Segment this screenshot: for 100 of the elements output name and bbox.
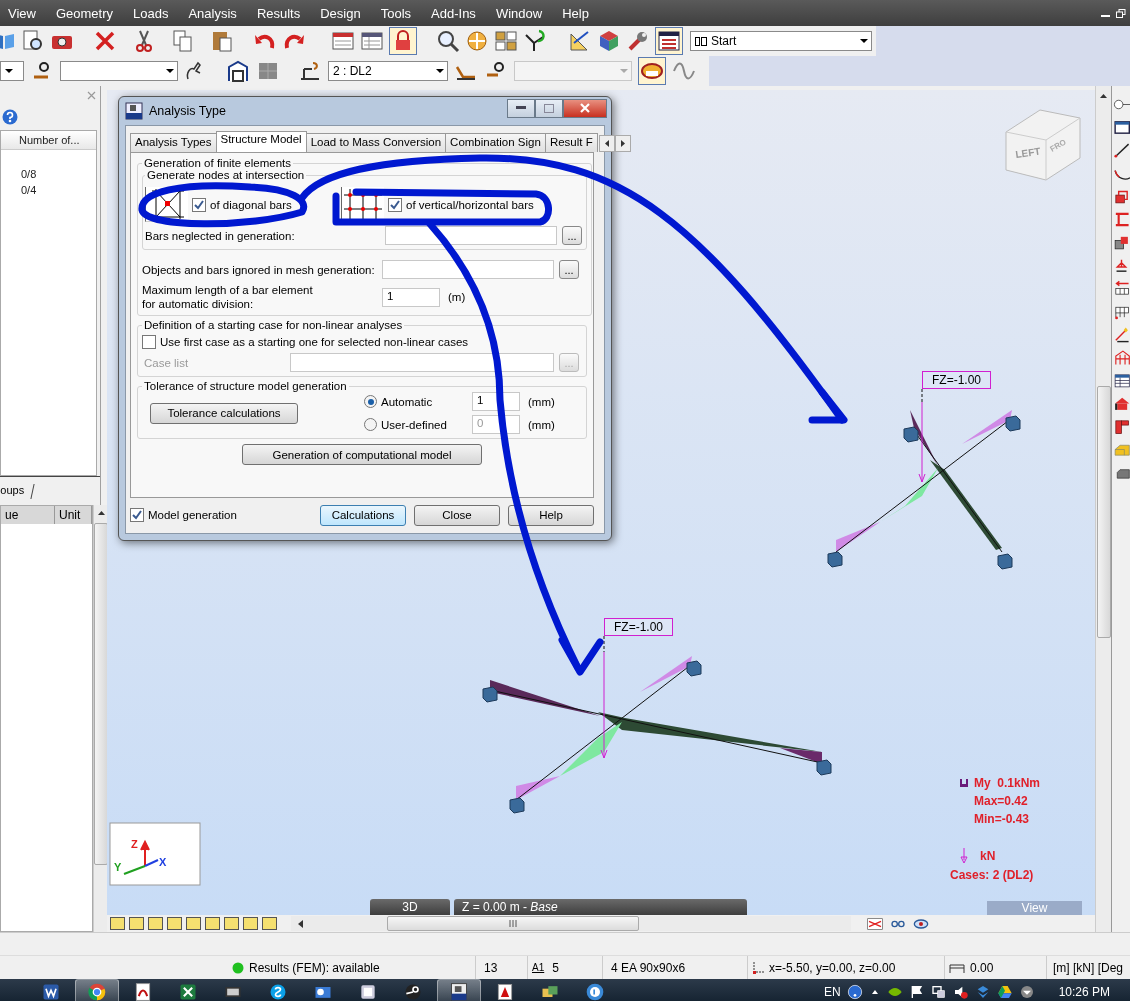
help-icon[interactable] [2, 109, 18, 125]
wand-icon[interactable] [1112, 326, 1130, 343]
menu-item[interactable]: Geometry [47, 5, 126, 21]
scrollbar[interactable] [291, 916, 851, 931]
tab[interactable]: Combination Sign [445, 133, 546, 152]
checkbox[interactable] [142, 335, 156, 349]
display-option-button[interactable] [110, 917, 125, 930]
display-option-button[interactable] [205, 917, 220, 930]
display-option-button[interactable] [129, 917, 144, 930]
wrench-icon[interactable] [626, 29, 650, 53]
checkbox[interactable] [388, 197, 402, 212]
spreadsheet-icon[interactable] [178, 982, 198, 1001]
menu-item[interactable]: Tools [372, 5, 424, 21]
disc-icon[interactable] [403, 982, 423, 1001]
tab[interactable]: Result F [544, 133, 598, 152]
dropdown-field[interactable] [60, 61, 178, 81]
menu-item[interactable]: Window [487, 5, 555, 21]
dialog-button[interactable]: Help [508, 504, 594, 526]
table-icon[interactable] [1112, 372, 1130, 389]
input-field[interactable] [382, 260, 554, 279]
left-arrow-icon [604, 140, 609, 147]
display-option-button[interactable] [186, 917, 201, 930]
radio-button[interactable] [364, 418, 377, 431]
close-icon [580, 103, 590, 113]
generate-model-button[interactable]: Generation of computational model [242, 444, 482, 465]
dropdown-field[interactable] [0, 61, 24, 81]
browse-button[interactable]: ... [562, 226, 582, 245]
tab[interactable]: Analysis Types [130, 133, 217, 152]
restore-icon[interactable] [1116, 8, 1126, 18]
zoom-icon[interactable] [436, 29, 460, 53]
paste-icon[interactable] [210, 29, 234, 53]
up-arrow-icon[interactable] [97, 509, 105, 517]
column-icon[interactable] [1112, 418, 1130, 435]
list-icon[interactable] [657, 29, 681, 53]
calculator-icon[interactable] [331, 29, 355, 53]
language-indicator[interactable]: EN [823, 985, 841, 999]
chat-icon[interactable] [268, 982, 288, 1001]
volume-icon[interactable] [952, 984, 969, 1000]
scroll-left-button[interactable] [598, 135, 615, 152]
load-case-dropdown[interactable]: 2 : DL2 [328, 61, 448, 81]
checkbox[interactable] [192, 197, 206, 212]
dialog-button[interactable]: Close [414, 504, 500, 526]
house-icon[interactable] [1112, 395, 1130, 412]
view-dropdown[interactable]: Start [690, 31, 872, 51]
hatched-box-icon[interactable] [1112, 234, 1130, 251]
input-field[interactable] [290, 353, 554, 372]
browser-icon[interactable] [87, 982, 107, 1001]
document-search-icon[interactable] [21, 29, 45, 53]
browse-button[interactable]: ... [559, 260, 579, 279]
pdf-icon[interactable] [133, 982, 153, 1001]
display-option-button[interactable] [148, 917, 163, 930]
menu-item[interactable]: View [0, 5, 48, 21]
plane-tab[interactable]: Z = 0.00 m - Base [454, 899, 747, 915]
app-logo-icon[interactable] [449, 982, 469, 1001]
minimize-button[interactable] [507, 98, 535, 118]
input-field[interactable]: 1 [382, 287, 440, 307]
drive-icon[interactable] [996, 984, 1013, 1000]
dialog-button[interactable]: Calculations [320, 504, 406, 526]
document-icon[interactable] [41, 982, 61, 1001]
music-icon[interactable] [585, 982, 605, 1001]
cube-icon[interactable] [597, 29, 621, 53]
node-icon[interactable] [523, 29, 547, 53]
display-option-button[interactable] [167, 917, 182, 930]
display-option-button[interactable] [262, 917, 277, 930]
table-icon[interactable] [360, 29, 384, 53]
load-arrow-icon[interactable] [1112, 280, 1130, 297]
copy-icon[interactable] [171, 29, 195, 53]
close-button[interactable] [563, 98, 607, 118]
display-option-button[interactable] [224, 917, 239, 930]
view-tab[interactable]: 3D [370, 899, 450, 915]
menu-item[interactable]: Design [312, 5, 373, 21]
maximize-button[interactable] [535, 98, 563, 118]
help-icon[interactable] [846, 984, 863, 1000]
left-arrow-icon[interactable] [297, 919, 303, 928]
line-icon[interactable] [1112, 142, 1130, 159]
checkbox[interactable] [130, 508, 144, 522]
input-field[interactable] [385, 226, 557, 245]
hidden-view-icon[interactable] [865, 915, 885, 932]
up-arrow-icon[interactable] [1100, 92, 1108, 100]
radio-button[interactable] [364, 395, 377, 408]
display-option-button[interactable] [243, 917, 258, 930]
grip-icon[interactable] [508, 920, 518, 927]
tolerance-button[interactable]: Tolerance calculations [150, 402, 298, 424]
menu-item[interactable]: Analysis [180, 5, 249, 21]
delete-icon[interactable] [93, 29, 117, 53]
menu-item[interactable]: Loads [125, 5, 181, 21]
window-icon[interactable] [358, 982, 378, 1001]
scrollbar[interactable] [1095, 86, 1112, 932]
menu-item[interactable]: Help [554, 5, 601, 21]
menu-item[interactable]: Add-Ins [423, 5, 488, 21]
network-icon[interactable] [930, 984, 947, 1000]
pan-icon[interactable] [465, 29, 489, 53]
windows-icon[interactable] [494, 29, 518, 53]
tab[interactable]: oups [0, 484, 35, 499]
frame-icon[interactable] [226, 59, 250, 83]
window-icon[interactable] [1112, 119, 1130, 136]
support-icon[interactable] [298, 59, 322, 83]
tab[interactable]: Load to Mass Conversion [305, 133, 447, 152]
menu-item[interactable]: Results [248, 5, 313, 21]
tab[interactable]: Structure Model [215, 131, 307, 152]
